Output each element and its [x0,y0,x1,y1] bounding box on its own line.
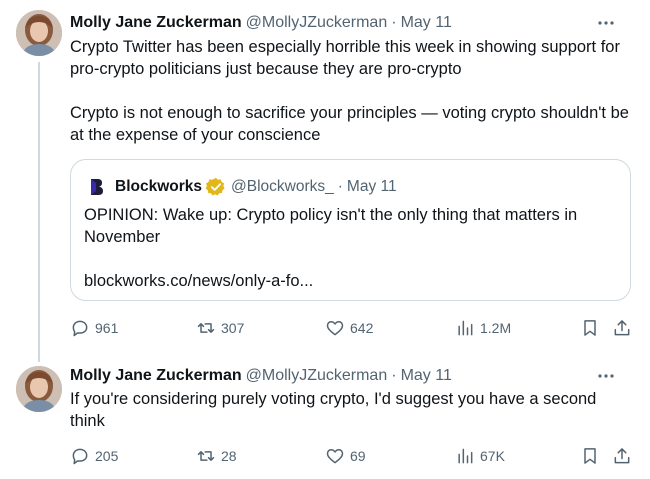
author-handle[interactable]: @MollyJZuckerman [246,367,388,385]
thread-line [38,62,40,362]
more-icon[interactable] [596,12,616,34]
avatar[interactable] [16,366,62,412]
tweet-date[interactable]: May 11 [401,367,452,385]
quote-header: Blockworks @Blockworks_ · May 11 [89,177,397,197]
retweet-count: 307 [221,320,245,336]
views-button[interactable]: 67K [455,446,505,466]
reply-count: 961 [95,320,119,336]
quote-author-handle: @Blockworks_ [231,178,334,195]
separator-dot: · [337,178,343,195]
bookmark-button[interactable] [580,318,600,338]
like-count: 642 [350,320,374,336]
like-count: 69 [350,448,366,464]
reply-count: 205 [95,448,119,464]
separator-dot: · [391,367,397,384]
retweet-icon [197,323,215,333]
tweet-paragraph: Crypto Twitter has been especially horri… [70,38,625,78]
share-icon [614,448,630,464]
reply-icon [72,448,88,465]
share-button[interactable] [612,318,632,338]
separator-dot: · [391,14,397,31]
reply-button[interactable]: 961 [70,318,118,338]
reply-icon [72,320,88,337]
views-button[interactable]: 1.2M [455,318,511,338]
tweet-header: Molly Jane Zuckerman @MollyJZuckerman · … [70,12,634,34]
reply-button[interactable]: 205 [70,446,118,466]
share-button[interactable] [612,446,632,466]
tweet-date[interactable]: May 11 [401,14,452,32]
verified-icon [206,177,225,196]
retweet-count: 28 [221,448,237,464]
views-count: 67K [480,448,505,464]
tweet-text: Crypto Twitter has been especially horri… [70,36,634,146]
author-name[interactable]: Molly Jane Zuckerman [70,367,242,385]
quote-text: OPINION: Wake up: Crypto policy isn't th… [84,204,614,292]
action-bar: 961 307 642 1.2M [70,316,634,340]
tweet-header: Molly Jane Zuckerman @MollyJZuckerman · … [70,365,634,387]
bookmark-button[interactable] [580,446,600,466]
like-button[interactable]: 69 [325,446,366,466]
author-name[interactable]: Molly Jane Zuckerman [70,14,242,32]
tweet-text: If you're considering purely voting cryp… [70,388,634,432]
share-icon [614,320,630,336]
bookmark-icon [584,448,596,464]
avatar[interactable] [16,10,62,56]
bookmark-icon [584,320,596,336]
quote-tweet[interactable]: Blockworks @Blockworks_ · May 11 OPINION… [70,159,631,301]
retweet-icon [197,451,215,461]
like-icon [326,321,344,336]
blockworks-logo [91,179,103,195]
quote-date: May 11 [346,178,397,195]
author-handle[interactable]: @MollyJZuckerman [246,14,388,32]
quote-author-name: Blockworks [115,178,203,195]
tweet-paragraph: Crypto is not enough to sacrifice your p… [70,104,634,144]
like-button[interactable]: 642 [325,318,373,338]
more-icon[interactable] [596,365,616,387]
tweet-2[interactable]: Molly Jane Zuckerman @MollyJZuckerman · … [0,352,650,479]
retweet-button[interactable]: 28 [196,446,237,466]
views-count: 1.2M [480,320,512,336]
views-icon [458,320,473,336]
quote-link[interactable]: blockworks.co/news/only-a-fo... [84,270,614,292]
retweet-button[interactable]: 307 [196,318,244,338]
views-icon [458,448,473,464]
tweet-1[interactable]: Molly Jane Zuckerman @MollyJZuckerman · … [0,0,650,362]
action-bar: 205 28 69 67K [70,444,634,468]
like-icon [326,449,344,464]
quote-body: OPINION: Wake up: Crypto policy isn't th… [84,206,578,246]
tweet-paragraph: If you're considering purely voting cryp… [70,390,601,430]
